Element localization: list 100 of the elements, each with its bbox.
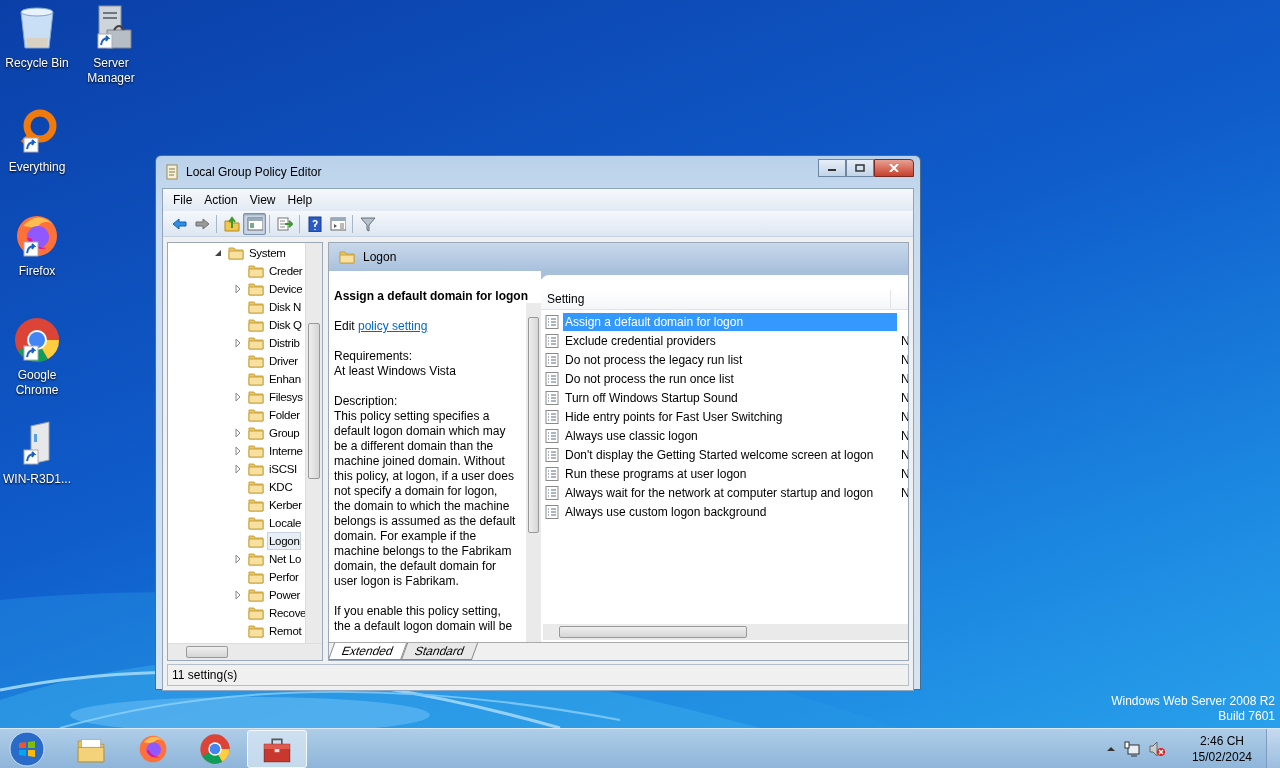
setting-icon — [545, 371, 559, 386]
icon-label[interactable]: Everything — [8, 160, 66, 175]
expand-icon[interactable] — [234, 339, 242, 347]
icon-label[interactable]: Google Chrome — [0, 368, 74, 398]
table-cell-text: N — [901, 351, 908, 369]
tree-item[interactable]: Locale — [267, 514, 304, 532]
chrome-icon[interactable] — [13, 316, 61, 364]
tree-item[interactable]: iSCSI — [267, 460, 299, 478]
folder-icon — [248, 335, 264, 351]
table-cell-text: N — [901, 389, 908, 407]
tab[interactable]: Standard — [400, 643, 478, 660]
show-hidden-icon[interactable] — [1105, 745, 1116, 752]
tree-item[interactable]: Filesys — [267, 388, 305, 406]
setting-row[interactable]: Turn off Windows Startup Sound — [563, 388, 897, 407]
icon-label[interactable]: Server Manager — [74, 56, 148, 86]
maximize-button[interactable] — [846, 159, 874, 177]
tree-item[interactable]: Remot — [267, 622, 304, 640]
table-cell-text: N — [901, 427, 908, 445]
scrollbar[interactable] — [305, 243, 322, 643]
setting-icon — [545, 390, 559, 405]
tree-item[interactable]: Recove — [267, 604, 307, 622]
menu-item[interactable]: View — [243, 191, 282, 209]
setting-row[interactable]: Exclude credential providers — [563, 331, 897, 350]
folder-icon — [248, 461, 264, 477]
help-icon — [306, 215, 323, 232]
setting-icon — [545, 447, 559, 462]
tree-item[interactable]: Disk N — [267, 298, 304, 316]
tree-item[interactable]: Net Lo — [267, 550, 304, 568]
toolbar-button[interactable] — [243, 212, 266, 235]
setting-icon — [545, 428, 559, 443]
menu-item[interactable]: Action — [198, 191, 244, 209]
tree-item[interactable]: Device — [267, 280, 305, 298]
setting-row[interactable]: Hide entry points for Fast User Switching — [563, 407, 897, 426]
taskbar-button[interactable] — [247, 729, 307, 768]
requirements-label: Requirements: — [334, 349, 414, 364]
tree-item[interactable]: Creder — [267, 262, 305, 280]
folder-icon — [248, 569, 264, 585]
close-icon — [889, 164, 899, 172]
policy-link[interactable]: policy setting — [358, 319, 428, 333]
folder-icon — [248, 317, 264, 333]
setting-icon — [545, 314, 559, 329]
close-button[interactable] — [874, 159, 914, 177]
folder-icon — [248, 587, 264, 603]
forward-icon — [193, 215, 210, 232]
tree-item[interactable]: Folder — [267, 406, 302, 424]
folder-icon — [248, 281, 264, 297]
icon-label[interactable]: WIN-R3D1... — [3, 472, 71, 487]
expand-icon[interactable] — [234, 447, 242, 455]
scrollbar[interactable] — [543, 624, 908, 640]
tree-item[interactable]: Enhan — [267, 370, 303, 388]
tree-item[interactable]: System — [247, 244, 288, 262]
start-button[interactable] — [7, 729, 47, 768]
table-cell-text: N — [901, 370, 908, 388]
show-desktop-button[interactable] — [1266, 729, 1280, 768]
expand-icon[interactable] — [234, 393, 242, 401]
setting-row[interactable]: Do not process the legacy run list — [563, 350, 897, 369]
tree-item[interactable]: Driver — [267, 352, 300, 370]
expand-icon[interactable] — [234, 285, 242, 293]
setting-row[interactable]: Always use custom logon background — [563, 502, 897, 521]
folder-icon — [248, 353, 264, 369]
folder-icon — [339, 249, 355, 265]
folder-icon — [248, 551, 264, 567]
tree-item[interactable]: Interne — [267, 442, 305, 460]
clock-time[interactable]: 2:46 CH — [1199, 732, 1244, 749]
tree-item[interactable]: Kerber — [267, 496, 304, 514]
table-cell-text: N — [901, 465, 908, 483]
up-folder-icon — [223, 215, 240, 232]
tree-item[interactable]: Disk Q — [267, 316, 304, 334]
minimize-button[interactable] — [818, 159, 846, 177]
expand-icon[interactable] — [234, 465, 242, 473]
setting-row[interactable]: Always use classic logon — [563, 426, 897, 445]
description-text: This policy setting specifies a default logon domain which may be a different domain than the machine joined domain. Without this policy, at logon, if a user does not specify a domain for logon, the domain to which the machine belongs is assumed as the default domain. For example if the machine belongs to the Fabrikam domain, the default domain for user logon is Fabrikam. — [334, 409, 517, 589]
tree-item[interactable]: KDC — [267, 478, 295, 496]
clock-date[interactable]: 15/02/2024 — [1191, 748, 1252, 765]
setting-icon — [545, 504, 559, 519]
setting-icon — [545, 333, 559, 348]
tree-item[interactable]: Distrib — [267, 334, 302, 352]
collapse-icon[interactable] — [214, 249, 222, 257]
expand-icon[interactable] — [234, 429, 242, 437]
scrollbar[interactable] — [168, 643, 322, 660]
tree-item[interactable]: Power — [267, 586, 303, 604]
setting-row[interactable]: Don't display the Getting Started welcome screen at logon — [563, 445, 897, 464]
tree-item[interactable]: Group — [267, 424, 302, 442]
icon-label[interactable]: Firefox — [18, 264, 56, 279]
network-icon[interactable] — [1123, 740, 1140, 757]
muted-speaker-icon[interactable] — [1147, 740, 1166, 757]
icon-label[interactable]: Recycle Bin — [5, 56, 69, 71]
tab[interactable]: Extended — [329, 643, 407, 660]
window-title: Local Group Policy Editor — [186, 164, 322, 181]
setting-row[interactable]: Do not process the run once list — [563, 369, 897, 388]
tree-item[interactable]: Logon — [267, 532, 302, 550]
menu-item[interactable]: File — [167, 191, 199, 209]
tree-item[interactable]: Perfor — [267, 568, 301, 586]
scrollbar[interactable] — [526, 303, 541, 642]
folder-icon — [248, 515, 264, 531]
expand-icon[interactable] — [234, 591, 242, 599]
expand-icon[interactable] — [234, 555, 242, 563]
menu-item[interactable]: Help — [281, 191, 319, 209]
setting-row[interactable]: Always wait for the network at computer startup and logon — [563, 483, 897, 502]
setting-row[interactable]: Run these programs at user logon — [563, 464, 897, 483]
